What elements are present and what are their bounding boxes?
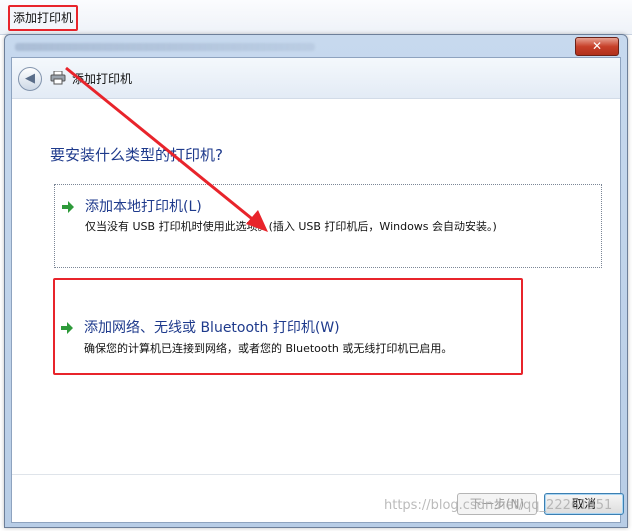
wizard-nav-bar: ◀ 添加打印机 bbox=[12, 58, 620, 99]
back-arrow-icon: ◀ bbox=[25, 71, 35, 86]
option-description: 确保您的计算机已连接到网络，或者您的 Bluetooth 或无线打印机已启用。 bbox=[84, 342, 453, 355]
wizard-content: ◀ 添加打印机 要安装什么类型的打印机? 添加本地打印机(L) 仅当没有 USB… bbox=[11, 57, 624, 523]
green-arrow-icon bbox=[61, 322, 73, 334]
top-toolbar: 添加打印机 bbox=[0, 0, 632, 35]
close-button[interactable]: ✕ bbox=[575, 37, 619, 56]
wizard-title: 添加打印机 bbox=[72, 72, 133, 86]
option-add-network-printer[interactable]: 添加网络、无线或 Bluetooth 打印机(W) 确保您的计算机已连接到网络，… bbox=[54, 290, 602, 366]
option-add-local-printer[interactable]: 添加本地打印机(L) 仅当没有 USB 打印机时使用此选项。(插入 USB 打印… bbox=[54, 184, 602, 268]
option-description: 仅当没有 USB 打印机时使用此选项。(插入 USB 打印机后，Windows … bbox=[85, 220, 497, 233]
blurred-title-text bbox=[15, 43, 315, 51]
option-title: 添加网络、无线或 Bluetooth 打印机(W) bbox=[84, 320, 340, 336]
footer-divider bbox=[12, 474, 620, 475]
add-printer-menu-button[interactable]: 添加打印机 bbox=[8, 5, 78, 31]
green-arrow-icon bbox=[62, 201, 74, 213]
watermark-text: https://blog.csdn.net/qq_22261551 bbox=[384, 498, 613, 513]
add-printer-window: ✕ ◀ 添加打印机 要安装什么类型的打印机? 添加本地打印机(L) 仅当没有 U… bbox=[4, 34, 628, 528]
title-bar[interactable]: ✕ bbox=[5, 35, 627, 57]
close-icon: ✕ bbox=[591, 39, 603, 53]
back-button[interactable]: ◀ bbox=[18, 67, 42, 91]
printer-icon bbox=[50, 71, 66, 85]
option-title: 添加本地打印机(L) bbox=[85, 199, 202, 215]
wizard-question: 要安装什么类型的打印机? bbox=[50, 146, 223, 164]
